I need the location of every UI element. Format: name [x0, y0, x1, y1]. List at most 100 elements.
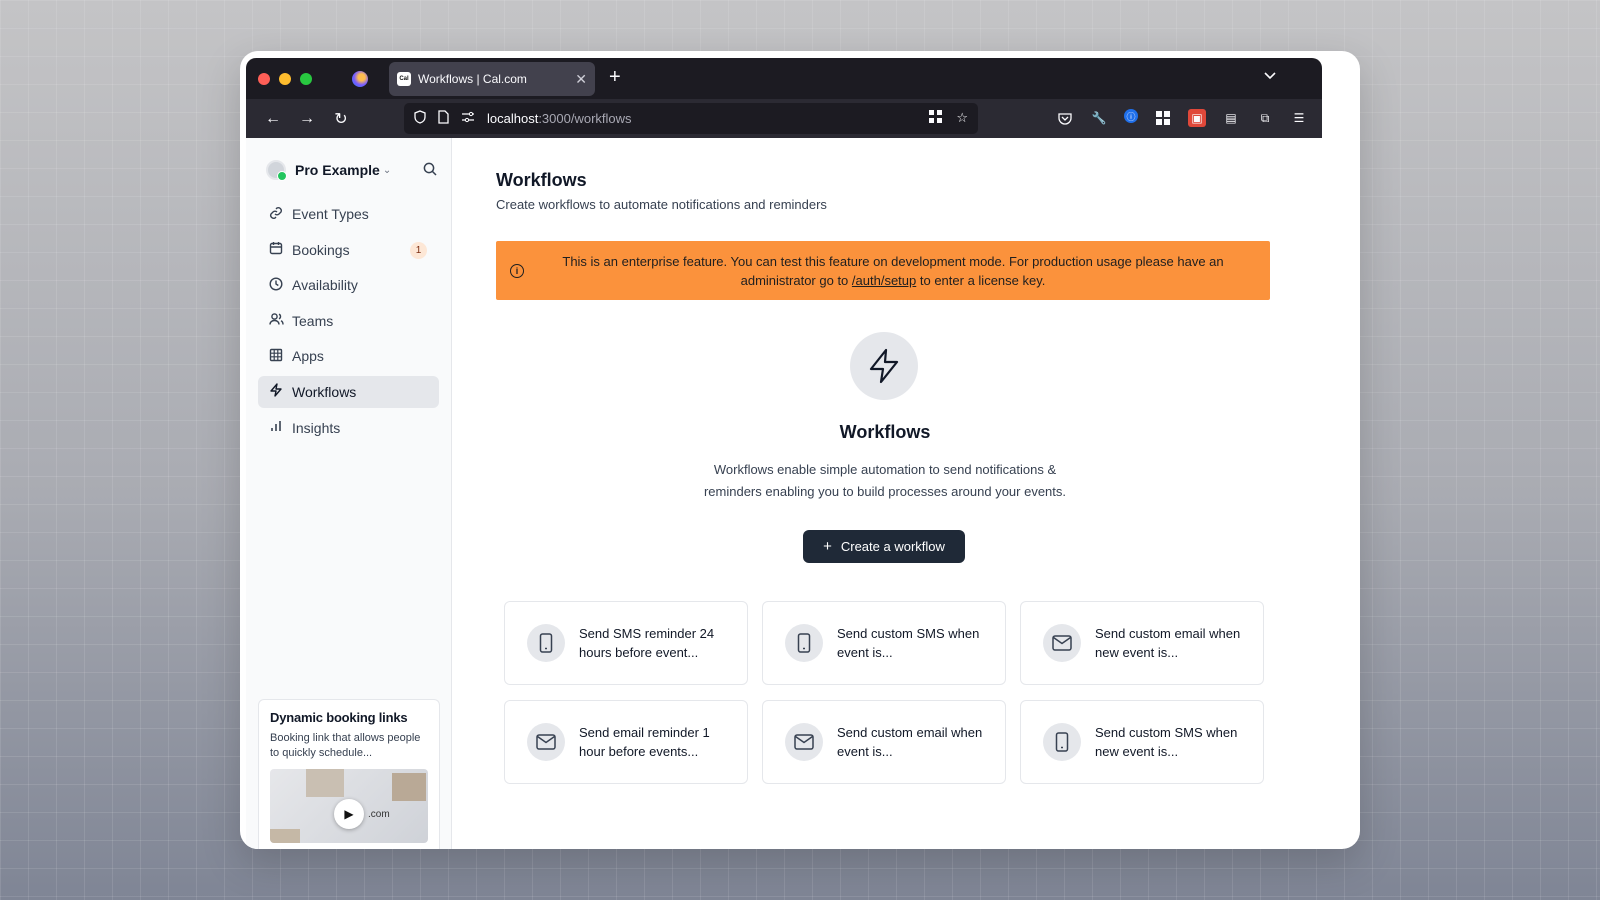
page-info-icon[interactable] — [438, 110, 449, 127]
browser-window: Cal Workflows | Cal.com ✕ + ← → ↻ localh… — [246, 58, 1322, 849]
calcom-app: Pro Example ⌄ Event Types Bookings 1 Ava… — [246, 138, 1322, 849]
maximize-window-button[interactable] — [300, 72, 312, 85]
banner-text: This is an enterprise feature. You can t… — [524, 252, 1256, 290]
sidebar-item-label: Availability — [292, 277, 358, 294]
screenshot-frame: Cal Workflows | Cal.com ✕ + ← → ↻ localh… — [240, 51, 1360, 849]
wrench-icon[interactable]: 🔧 — [1090, 109, 1108, 127]
firefox-view-icon[interactable] — [352, 70, 368, 87]
browser-tab-active[interactable]: Cal Workflows | Cal.com ✕ — [389, 62, 595, 96]
phone-icon — [1043, 723, 1081, 761]
mail-icon — [785, 723, 823, 761]
link-icon — [268, 206, 284, 223]
auth-setup-link[interactable]: /auth/setup — [852, 273, 916, 288]
video-person-thumbnail — [270, 829, 300, 843]
workflow-template-card[interactable]: Send custom email when event is... — [762, 700, 1006, 784]
browser-toolbar-icons: 🔧 ⓘ ▣ ▤ ⧉ ☰ — [1056, 109, 1308, 127]
video-person-thumbnail — [392, 773, 426, 801]
workflow-template-card[interactable]: Send custom SMS when event is... — [762, 601, 1006, 685]
workflow-template-card[interactable]: Send SMS reminder 24 hours before event.… — [504, 601, 748, 685]
users-icon — [268, 312, 284, 329]
mail-icon — [527, 723, 565, 761]
workflow-template-card[interactable]: Send custom SMS when new event is... — [1020, 700, 1264, 784]
back-arrow-icon[interactable]: ← — [256, 110, 290, 128]
sidebar-item-availability[interactable]: Availability — [258, 269, 439, 301]
play-icon[interactable]: ▶ — [334, 799, 364, 829]
page-title: Workflows — [496, 170, 587, 190]
info-icon: i — [510, 263, 524, 278]
bookings-count-badge: 1 — [410, 241, 427, 259]
sidebar-item-label: Insights — [292, 419, 341, 436]
calcom-favicon-icon: Cal — [397, 72, 411, 86]
phone-icon — [527, 624, 565, 662]
sidebar-item-label: Apps — [292, 348, 324, 365]
sidebar-item-label: Teams — [292, 312, 334, 329]
calendar-icon — [268, 241, 284, 258]
create-workflow-button[interactable]: + Create a workflow — [803, 530, 965, 563]
browser-tab-bar: Cal Workflows | Cal.com ✕ + — [246, 58, 1322, 99]
extension-grid-icon[interactable] — [1154, 109, 1172, 127]
workflow-template-label: Send custom email when new event is... — [1095, 626, 1241, 660]
sidebar-nav: Event Types Bookings 1 Availability Team… — [246, 198, 451, 444]
forward-arrow-icon[interactable]: → — [290, 110, 324, 128]
workflow-templates-grid: Send SMS reminder 24 hours before event.… — [504, 601, 1264, 784]
password-manager-icon[interactable]: ⓘ — [1124, 109, 1138, 123]
tab-close-icon[interactable]: ✕ — [575, 71, 587, 88]
reload-icon[interactable]: ↻ — [324, 109, 358, 129]
close-window-button[interactable] — [258, 72, 270, 85]
sidebar: Pro Example ⌄ Event Types Bookings 1 Ava… — [246, 138, 452, 849]
video-text: .com — [368, 809, 390, 820]
qr-grid-icon[interactable] — [929, 110, 943, 126]
empty-state-title: Workflows — [839, 422, 931, 442]
sidebar-item-apps[interactable]: Apps — [258, 340, 439, 372]
hamburger-menu-icon[interactable]: ☰ — [1290, 109, 1308, 127]
tab-title: Workflows | Cal.com — [418, 72, 527, 86]
workflow-template-label: Send custom SMS when new event is... — [1095, 725, 1238, 759]
pocket-icon[interactable] — [1056, 109, 1074, 127]
workflow-template-card[interactable]: Send custom email when new event is... — [1020, 601, 1264, 685]
window-controls — [258, 72, 312, 85]
new-tab-plus-icon[interactable]: + — [609, 66, 621, 89]
clock-icon — [268, 277, 284, 294]
shield-icon[interactable] — [414, 110, 426, 127]
search-icon[interactable] — [423, 162, 437, 179]
bar-chart-icon — [268, 419, 284, 436]
list-all-tabs-chevron-icon[interactable] — [1264, 69, 1276, 83]
browser-nav-bar: ← → ↻ localhost:3000/workflows ☆ 🔧 ⓘ ▣ … — [246, 99, 1322, 138]
create-workflow-label: Create a workflow — [840, 539, 945, 554]
save-extension-icon[interactable]: ▤ — [1222, 109, 1240, 127]
grid-icon — [268, 348, 284, 365]
workflow-template-label: Send custom SMS when event is... — [837, 626, 980, 660]
promo-video-thumbnail[interactable]: ▶ .com — [270, 769, 428, 843]
sidebar-item-insights[interactable]: Insights — [258, 412, 439, 444]
promo-description: Booking link that allows people to quick… — [270, 732, 421, 759]
sidebar-item-label: Workflows — [292, 383, 357, 400]
sidebar-item-event-types[interactable]: Event Types — [258, 198, 439, 230]
enterprise-feature-banner: i This is an enterprise feature. You can… — [496, 241, 1270, 300]
workflow-template-label: Send custom email when event is... — [837, 725, 983, 759]
plus-icon: + — [823, 538, 832, 555]
bookmark-star-icon[interactable]: ☆ — [956, 110, 968, 126]
url-path: :3000/workflows — [538, 111, 632, 126]
avatar — [266, 160, 287, 181]
minimize-window-button[interactable] — [279, 72, 291, 85]
profile-name: Pro Example — [295, 162, 380, 178]
sidebar-item-workflows[interactable]: Workflows — [258, 375, 439, 408]
chevron-down-icon: ⌄ — [382, 164, 392, 176]
workflow-template-label: Send email reminder 1 hour before events… — [579, 725, 710, 759]
phone-icon — [785, 624, 823, 662]
red-extension-icon[interactable]: ▣ — [1188, 109, 1206, 127]
workflow-template-card[interactable]: Send email reminder 1 hour before events… — [504, 700, 748, 784]
mail-icon — [1043, 624, 1081, 662]
sidebar-item-bookings[interactable]: Bookings 1 — [258, 234, 439, 266]
sidebar-item-label: Event Types — [292, 206, 369, 222]
sidebar-item-teams[interactable]: Teams — [258, 305, 439, 337]
video-person-thumbnail — [306, 769, 344, 797]
permissions-icon[interactable] — [461, 111, 475, 126]
promo-title: Dynamic booking links — [270, 710, 408, 725]
url-bar[interactable]: localhost:3000/workflows ☆ — [404, 103, 978, 134]
url-host: localhost — [487, 111, 539, 126]
puzzle-extensions-icon[interactable]: ⧉ — [1256, 109, 1274, 127]
workflow-template-label: Send SMS reminder 24 hours before event.… — [579, 626, 715, 660]
profile-dropdown[interactable]: Pro Example ⌄ — [246, 154, 451, 186]
dynamic-booking-links-promo[interactable]: Dynamic booking links Booking link that … — [258, 699, 440, 849]
